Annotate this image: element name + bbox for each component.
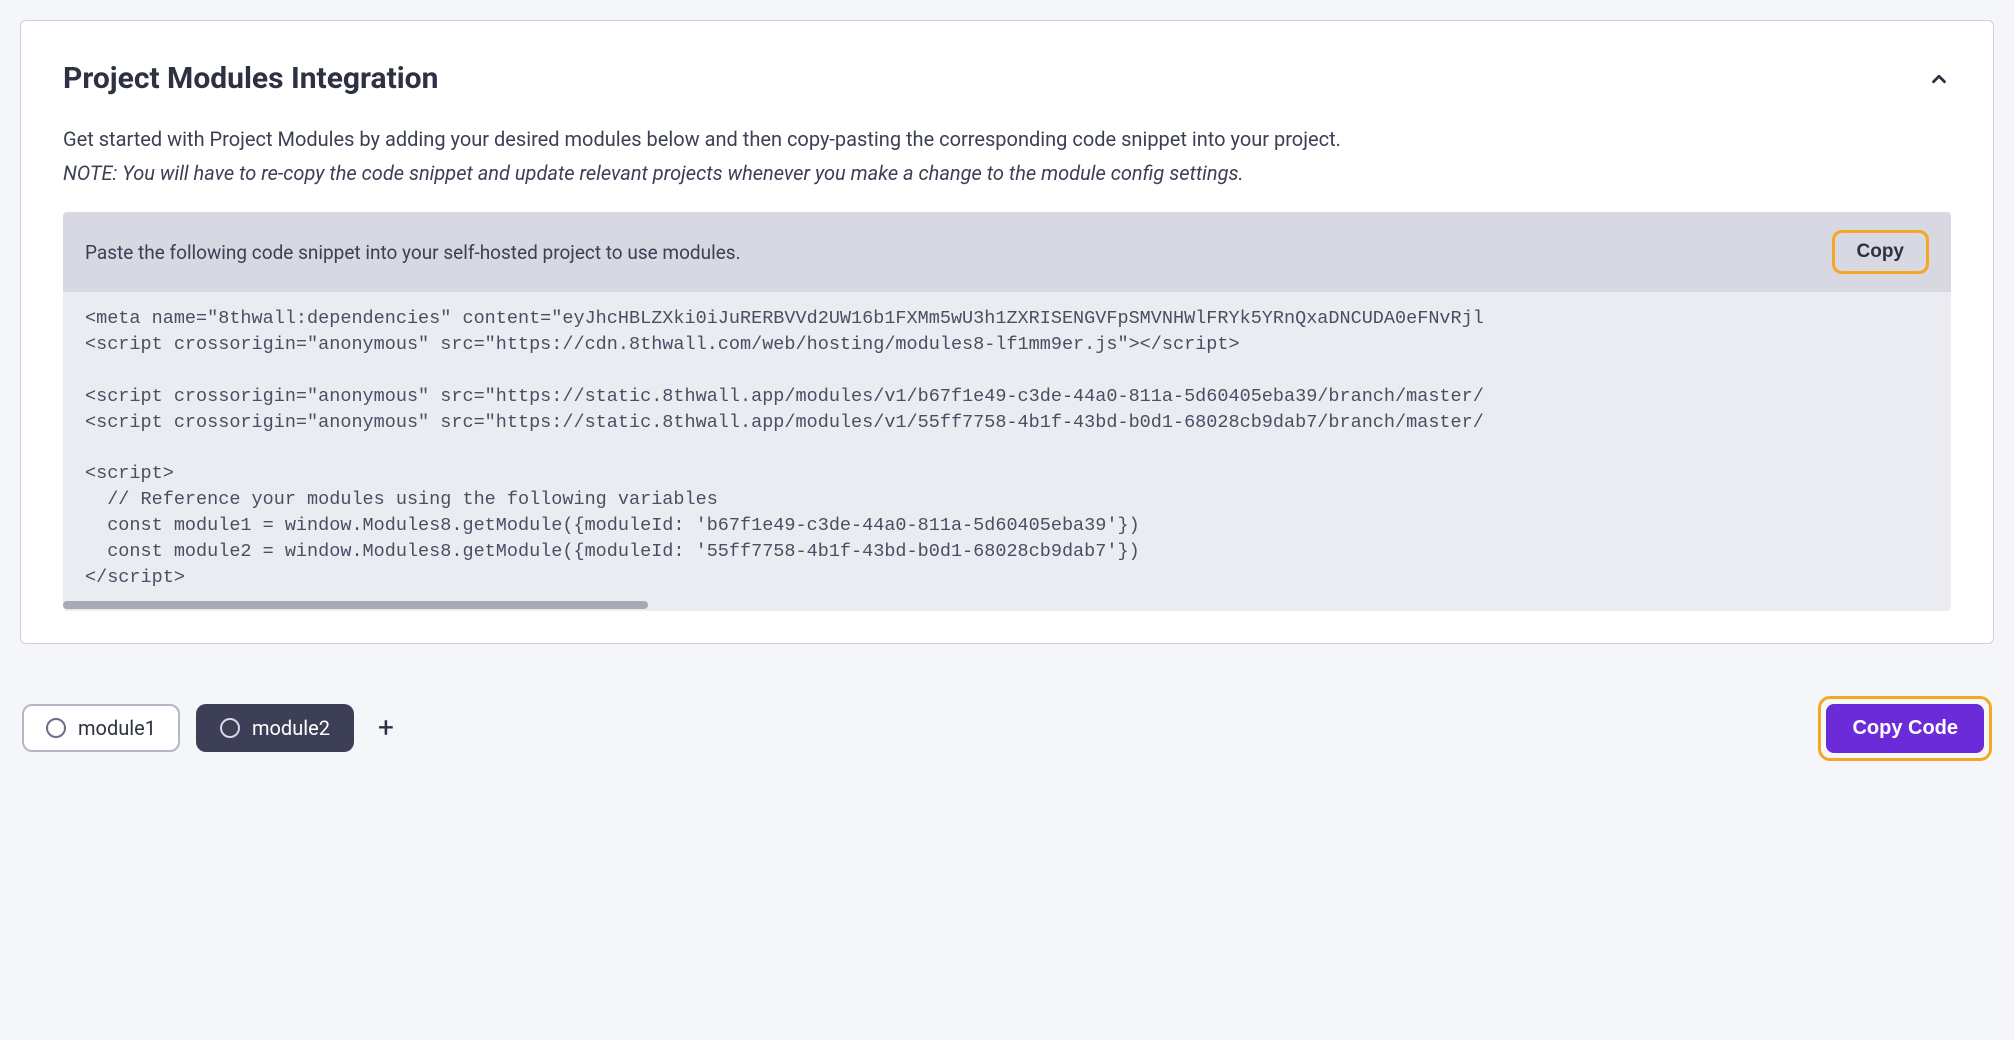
integration-panel: Project Modules Integration Get started … <box>20 20 1994 644</box>
code-line: <script> <box>85 463 174 484</box>
code-line: // Reference your modules using the foll… <box>85 489 718 510</box>
code-line: const module1 = window.Modules8.getModul… <box>85 515 1140 536</box>
chevron-up-icon[interactable] <box>1927 67 1951 91</box>
module-tabs: module1 module2 + <box>22 704 402 752</box>
scrollbar-thumb[interactable] <box>63 601 648 609</box>
code-block: Paste the following code snippet into yo… <box>63 212 1951 611</box>
panel-header: Project Modules Integration <box>63 61 1951 96</box>
code-line: <script crossorigin="anonymous" src="htt… <box>85 386 1484 407</box>
panel-title: Project Modules Integration <box>63 61 438 96</box>
code-content[interactable]: <meta name="8thwall:dependencies" conten… <box>63 292 1951 601</box>
add-module-button[interactable]: + <box>370 710 402 746</box>
plus-icon: + <box>378 711 394 744</box>
copy-button[interactable]: Copy <box>1832 230 1930 274</box>
code-header-text: Paste the following code snippet into yo… <box>85 241 741 264</box>
code-line: </script> <box>85 567 185 588</box>
module-tab-module2[interactable]: module2 <box>196 704 354 752</box>
module-tab-module1[interactable]: module1 <box>22 704 180 752</box>
code-line: <script crossorigin="anonymous" src="htt… <box>85 334 1240 355</box>
intro-text: Get started with Project Modules by addi… <box>63 124 1951 154</box>
circle-icon <box>46 718 66 738</box>
note-text: NOTE: You will have to re-copy the code … <box>63 158 1951 188</box>
copy-code-highlight: Copy Code <box>1818 696 1992 761</box>
code-line: <meta name="8thwall:dependencies" conten… <box>85 308 1484 329</box>
module-tab-label: module1 <box>78 716 156 740</box>
circle-icon <box>220 718 240 738</box>
code-header: Paste the following code snippet into yo… <box>63 212 1951 292</box>
code-scrollbar[interactable] <box>63 601 1951 611</box>
code-line: const module2 = window.Modules8.getModul… <box>85 541 1140 562</box>
code-line: <script crossorigin="anonymous" src="htt… <box>85 412 1484 433</box>
bottom-bar: module1 module2 + Copy Code <box>20 696 1994 761</box>
module-tab-label: module2 <box>252 716 330 740</box>
copy-code-button[interactable]: Copy Code <box>1826 704 1984 753</box>
